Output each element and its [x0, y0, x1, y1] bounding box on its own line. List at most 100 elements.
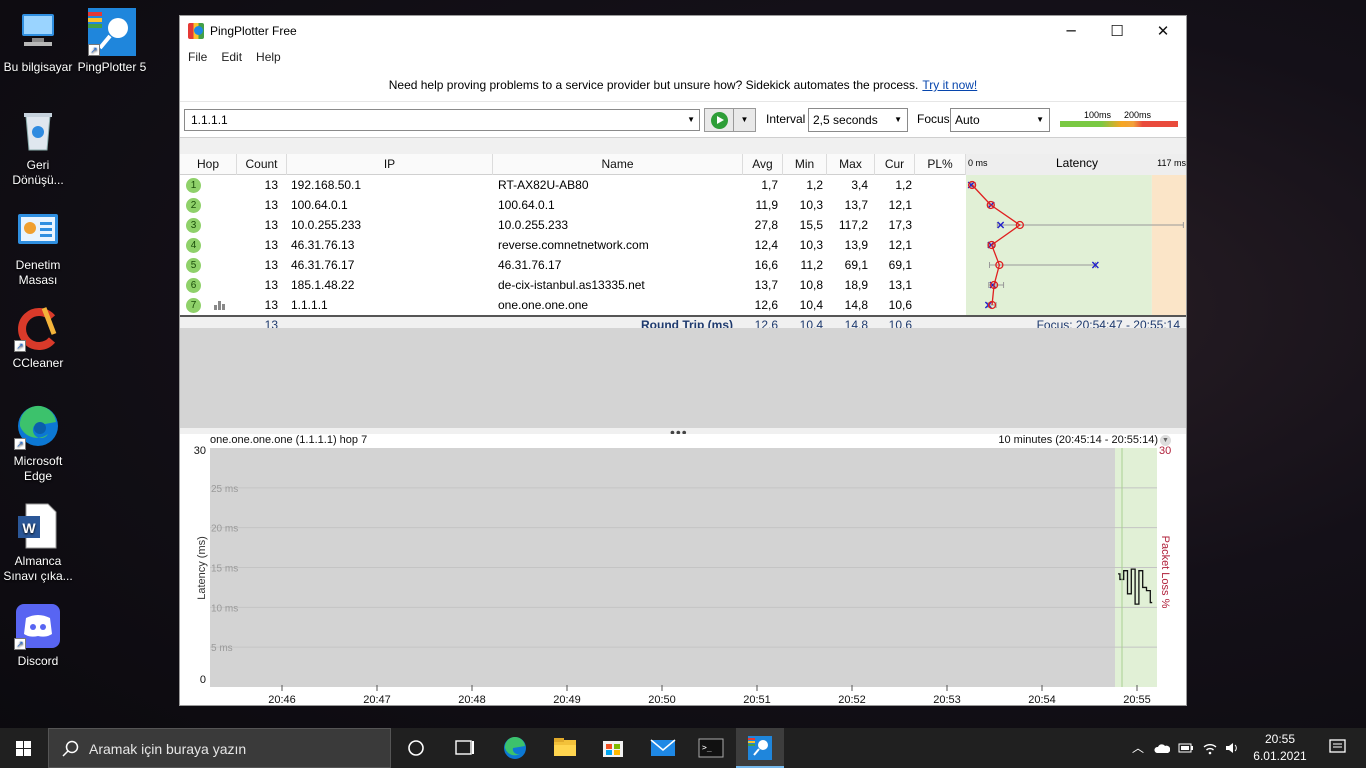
minimize-button[interactable]: ─	[1048, 16, 1094, 46]
desktop-icon-discord[interactable]: ↗ Discord	[0, 602, 76, 669]
column-count[interactable]: Count	[237, 154, 287, 175]
bar-graph-icon[interactable]	[214, 301, 226, 310]
cell-avg: 12,6	[754, 298, 778, 312]
timeline-graph[interactable]: one.one.one.one (1.1.1.1) hop 7 10 minut…	[180, 434, 1186, 706]
battery-icon[interactable]	[1178, 742, 1194, 754]
clock[interactable]: 20:55 6.01.2021	[1250, 731, 1310, 765]
desktop-icon-this-pc[interactable]: Bu bilgisayar	[0, 8, 76, 75]
column-pl[interactable]: PL%	[915, 154, 966, 175]
window-title: PingPlotter Free	[210, 24, 297, 38]
y-right-max-label: 30	[1159, 445, 1171, 457]
file-explorer-icon[interactable]	[548, 728, 582, 768]
cell-count: 13	[264, 238, 278, 252]
taskbar-pingplotter-icon[interactable]	[736, 728, 784, 768]
title-bar[interactable]: PingPlotter Free ─ ☐ ✕	[180, 16, 1186, 46]
volume-icon[interactable]	[1224, 741, 1240, 755]
onedrive-icon[interactable]	[1154, 742, 1170, 754]
taskbar-edge-icon[interactable]	[498, 728, 532, 768]
shortcut-arrow-icon: ↗	[14, 340, 26, 352]
menu-bar: File Edit Help	[180, 46, 1186, 68]
hop-number: 4	[186, 238, 201, 253]
start-trace-button[interactable]	[704, 108, 734, 132]
show-hidden-icons-icon[interactable]: ︿	[1132, 739, 1144, 756]
menu-help[interactable]: Help	[256, 50, 281, 64]
cell-count: 13	[264, 278, 278, 292]
grid-header: Hop Count IP Name Avg Min Max Cur PL% 0 …	[180, 154, 1186, 175]
desktop-icon-recycle-bin[interactable]: Geri Dönüşü...	[0, 106, 76, 188]
interval-value: 2,5 seconds	[813, 113, 878, 127]
x-tick-label: 20:47	[363, 694, 391, 706]
column-name[interactable]: Name	[493, 154, 743, 175]
start-options-dropdown[interactable]: ▼	[734, 108, 756, 132]
target-input[interactable]: 1.1.1.1 ▼	[184, 109, 700, 131]
cell-max: 18,9	[844, 278, 868, 292]
latency-column-header[interactable]: 0 ms Latency 117 ms	[966, 154, 1186, 175]
widgets-icon[interactable]	[448, 728, 480, 768]
promo-link[interactable]: Try it now!	[922, 78, 977, 92]
hop-number: 2	[186, 198, 201, 213]
task-view-icon[interactable]	[400, 728, 432, 768]
cell-ip: 46.31.76.17	[291, 258, 355, 272]
notification-center-icon[interactable]	[1318, 728, 1358, 768]
pingplotter-icon: ↗	[88, 8, 136, 56]
close-button[interactable]: ✕	[1140, 16, 1186, 46]
store-icon[interactable]	[596, 728, 630, 768]
y-axis-label: Latency (ms)	[196, 536, 208, 600]
start-button[interactable]	[0, 728, 48, 768]
desktop-icon-label: Bu bilgisayar	[3, 60, 73, 74]
cell-ip: 1.1.1.1	[291, 298, 328, 312]
cell-cur: 17,3	[888, 218, 912, 232]
desktop-icon-control-panel[interactable]: Denetim Masası	[0, 206, 76, 288]
cell-min: 15,5	[799, 218, 823, 232]
cell-ip: 100.64.0.1	[291, 198, 348, 212]
window-controls: ─ ☐ ✕	[1048, 16, 1186, 46]
latency-graph-panel[interactable]	[966, 175, 1187, 315]
x-tick-label: 20:54	[1028, 694, 1056, 706]
interval-label: Interval	[766, 112, 806, 126]
menu-file[interactable]: File	[188, 50, 207, 64]
hop-number: 5	[186, 258, 201, 273]
latency-color-scale[interactable]: 100ms 200ms	[1058, 110, 1180, 130]
cell-min: 1,2	[806, 178, 823, 192]
cell-max: 3,4	[851, 178, 868, 192]
focus-select[interactable]: Auto ▼	[950, 108, 1050, 132]
mail-icon[interactable]	[646, 728, 680, 768]
cell-min: 11,2	[800, 258, 823, 272]
cell-min: 10,3	[799, 238, 823, 252]
focus-label: Focus	[917, 112, 950, 126]
chevron-down-icon: ▼	[894, 115, 902, 124]
cell-max: 69,1	[844, 258, 868, 272]
x-tick-label: 20:46	[268, 694, 296, 706]
wifi-icon[interactable]	[1202, 741, 1218, 755]
cell-name: 100.64.0.1	[498, 198, 555, 212]
desktop-icon-pingplotter[interactable]: ↗ PingPlotter 5	[74, 8, 150, 75]
cell-cur: 12,1	[888, 198, 912, 212]
column-avg[interactable]: Avg	[743, 154, 783, 175]
x-tick-label: 20:50	[648, 694, 676, 706]
column-min[interactable]: Min	[783, 154, 827, 175]
desktop-icon-edge[interactable]: ↗ Microsoft Edge	[0, 402, 76, 484]
timeline-plot: 25 ms 20 ms 15 ms 10 ms 5 ms 30 0 30 Latency (ms…	[194, 445, 1172, 706]
y-right-axis-label: Packet Loss %	[1159, 536, 1171, 609]
latency-zone-warn	[1151, 175, 1186, 315]
cell-count: 13	[264, 258, 278, 272]
word-doc-icon: W	[14, 502, 62, 550]
desktop-icon-ccleaner[interactable]: ↗ CCleaner	[0, 304, 76, 371]
column-hop[interactable]: Hop	[180, 154, 237, 175]
column-max[interactable]: Max	[827, 154, 875, 175]
y-min-label: 0	[200, 674, 206, 686]
cell-count: 13	[264, 198, 278, 212]
chevron-down-icon[interactable]: ▼	[687, 110, 695, 130]
promo-banner: Need help proving problems to a service …	[180, 68, 1186, 102]
terminal-icon[interactable]: >_	[694, 728, 728, 768]
menu-edit[interactable]: Edit	[221, 50, 242, 64]
cell-max: 13,7	[844, 198, 868, 212]
column-cur[interactable]: Cur	[875, 154, 915, 175]
taskbar-search-box[interactable]: Aramak için buraya yazın	[48, 728, 391, 768]
maximize-button[interactable]: ☐	[1094, 16, 1140, 46]
column-ip[interactable]: IP	[287, 154, 493, 175]
interval-select[interactable]: 2,5 seconds ▼	[808, 108, 908, 132]
desktop-icon-word-document[interactable]: W Almanca Sınavı çıka...	[0, 502, 76, 584]
shortcut-arrow-icon: ↗	[14, 638, 26, 650]
computer-icon	[14, 8, 62, 56]
